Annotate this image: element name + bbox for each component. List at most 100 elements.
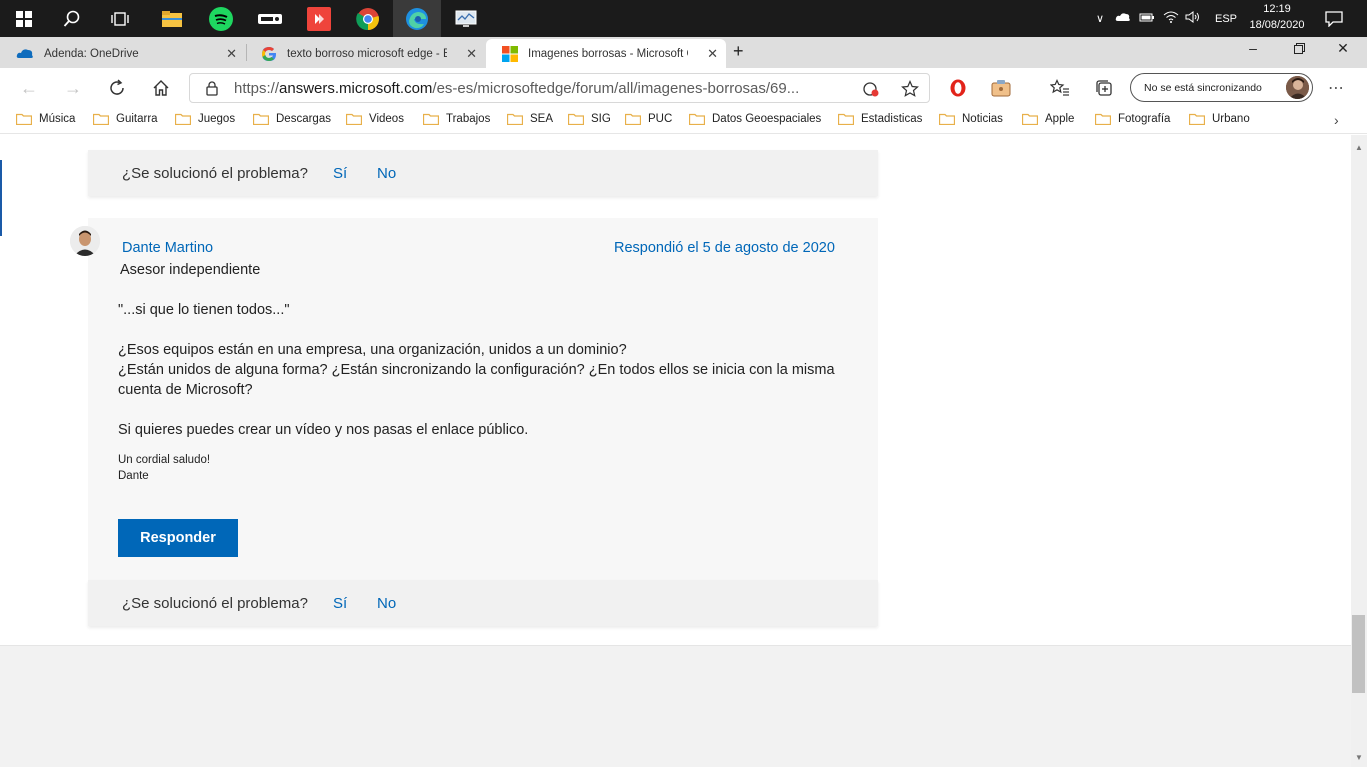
tab-title: texto borroso microsoft edge - B: [287, 47, 447, 60]
solved-question: ¿Se solucionó el problema?: [122, 164, 308, 182]
tab-title: Imagenes borrosas - Microsoft C: [528, 47, 688, 60]
solved-feedback-bar-top: ¿Se solucionó el problema? Sí No: [88, 150, 878, 196]
post-signature-name: Dante: [118, 470, 149, 482]
reply-button[interactable]: Responder: [118, 519, 238, 557]
favorite-item[interactable]: SIG: [568, 113, 611, 125]
onedrive-icon: [16, 49, 33, 58]
battery-icon[interactable]: [1139, 11, 1155, 26]
minimize-button[interactable]: –: [1230, 37, 1276, 59]
favorite-label: Descargas: [276, 113, 331, 125]
url-domain: answers.microsoft.com: [279, 80, 433, 97]
folder-icon: [625, 113, 641, 125]
solved-yes-link[interactable]: Sí: [333, 165, 347, 182]
solved-yes-link[interactable]: Sí: [333, 595, 347, 612]
author-name-link[interactable]: Dante Martino: [122, 240, 213, 256]
tab-title: Adenda: OneDrive: [44, 47, 139, 60]
extension-icon: [991, 80, 1011, 97]
close-icon[interactable]: ✕: [707, 46, 718, 62]
language-indicator[interactable]: ESP: [1215, 13, 1237, 25]
chrome-icon[interactable]: [344, 0, 392, 37]
onedrive-tray-icon[interactable]: [1115, 12, 1131, 25]
collections-button[interactable]: [1089, 74, 1119, 102]
tab-microsoft-answers[interactable]: Imagenes borrosas - Microsoft C ✕: [486, 39, 726, 68]
tab-onedrive[interactable]: Adenda: OneDrive ✕: [0, 39, 245, 68]
favorite-item[interactable]: Descargas: [253, 113, 331, 125]
favorite-label: Apple: [1045, 113, 1075, 125]
close-icon[interactable]: ✕: [466, 46, 477, 62]
folder-icon: [16, 113, 32, 125]
search-icon[interactable]: [48, 0, 96, 37]
file-explorer-icon[interactable]: [148, 0, 196, 37]
new-tab-button[interactable]: +: [733, 41, 751, 63]
favorite-item[interactable]: Música: [16, 113, 75, 125]
favorite-item[interactable]: Fotografía: [1095, 113, 1170, 125]
favorite-item[interactable]: Juegos: [175, 113, 235, 125]
restore-button[interactable]: [1276, 37, 1322, 59]
url-path: /es-es/microsoftedge/forum/all/imagenes-…: [432, 80, 800, 97]
task-view-icon[interactable]: [96, 0, 144, 37]
favorite-item[interactable]: Datos Geoespaciales: [689, 113, 821, 125]
scroll-up-arrow-icon[interactable]: ▲: [1355, 143, 1363, 152]
author-role: Asesor independiente: [120, 262, 261, 278]
opera-extension-button[interactable]: [943, 74, 973, 102]
favorite-item[interactable]: Noticias: [939, 113, 1003, 125]
clock[interactable]: 12:19 18/08/2020: [1237, 1, 1317, 33]
favorite-item[interactable]: SEA: [507, 113, 553, 125]
chevron-up-icon[interactable]: ∨: [1093, 12, 1107, 25]
post-line: ¿Están unidos de alguna forma? ¿Están si…: [118, 362, 835, 378]
windows-start-icon[interactable]: [0, 0, 48, 37]
favorite-item[interactable]: Urbano: [1189, 113, 1250, 125]
favorite-item[interactable]: Videos: [346, 113, 404, 125]
favorite-label: Videos: [369, 113, 404, 125]
monitor-app-icon[interactable]: [442, 0, 490, 37]
solved-no-link[interactable]: No: [377, 595, 396, 612]
media-app-icon[interactable]: [246, 0, 294, 37]
tracking-prevention-icon[interactable]: [862, 80, 880, 98]
folder-icon: [253, 113, 269, 125]
address-bar[interactable]: https://answers.microsoft.com/es-es/micr…: [189, 73, 930, 103]
favorite-item[interactable]: Estadisticas: [838, 113, 922, 125]
folder-icon: [507, 113, 523, 125]
post-line: Si quieres puedes crear un vídeo y nos p…: [118, 422, 529, 438]
scroll-down-arrow-icon[interactable]: ▼: [1355, 753, 1363, 762]
toolbar: ← → https://answers.microsoft.com/es-es/…: [0, 68, 1367, 108]
folder-icon: [423, 113, 439, 125]
folder-icon: [1022, 113, 1038, 125]
profile-sync-button[interactable]: No se está sincronizando: [1130, 73, 1313, 102]
reply-date-link[interactable]: Respondió el 5 de agosto de 2020: [614, 240, 835, 256]
refresh-icon: [110, 79, 124, 95]
volume-icon[interactable]: [1185, 11, 1201, 26]
tab-separator: [246, 44, 247, 61]
lock-icon[interactable]: [206, 81, 218, 96]
favorite-item[interactable]: Trabajos: [423, 113, 490, 125]
notifications-icon[interactable]: [1310, 0, 1358, 37]
solved-no-link[interactable]: No: [377, 165, 396, 182]
collections-icon: [1096, 80, 1112, 96]
folder-icon: [346, 113, 362, 125]
favorite-label: PUC: [648, 113, 673, 125]
author-avatar[interactable]: [70, 226, 100, 256]
folder-icon: [1095, 113, 1111, 125]
settings-more-button[interactable]: ⋯: [1321, 74, 1351, 102]
favorite-label: Noticias: [962, 113, 1003, 125]
home-button[interactable]: [146, 74, 176, 102]
anydesk-icon[interactable]: [295, 0, 343, 37]
extension-button[interactable]: [986, 74, 1016, 102]
refresh-button[interactable]: [102, 74, 132, 102]
favorite-item[interactable]: Apple: [1022, 113, 1074, 125]
close-window-button[interactable]: ✕: [1320, 37, 1366, 59]
favorite-item[interactable]: PUC: [625, 113, 672, 125]
tab-google-search[interactable]: texto borroso microsoft edge - B ✕: [245, 39, 485, 68]
forward-button[interactable]: →: [58, 74, 88, 102]
favorite-star-icon[interactable]: [901, 80, 919, 98]
scrollbar-thumb[interactable]: [1352, 615, 1365, 693]
spotify-icon[interactable]: [197, 0, 245, 37]
chevron-right-icon[interactable]: ›: [1334, 112, 1339, 128]
url-text[interactable]: https://answers.microsoft.com/es-es/micr…: [234, 80, 799, 97]
wifi-icon[interactable]: [1163, 11, 1179, 26]
favorites-button[interactable]: [1045, 74, 1075, 102]
back-button[interactable]: ←: [14, 74, 44, 102]
favorite-item[interactable]: Guitarra: [93, 113, 158, 125]
edge-icon[interactable]: [393, 0, 441, 37]
close-icon[interactable]: ✕: [226, 46, 237, 62]
